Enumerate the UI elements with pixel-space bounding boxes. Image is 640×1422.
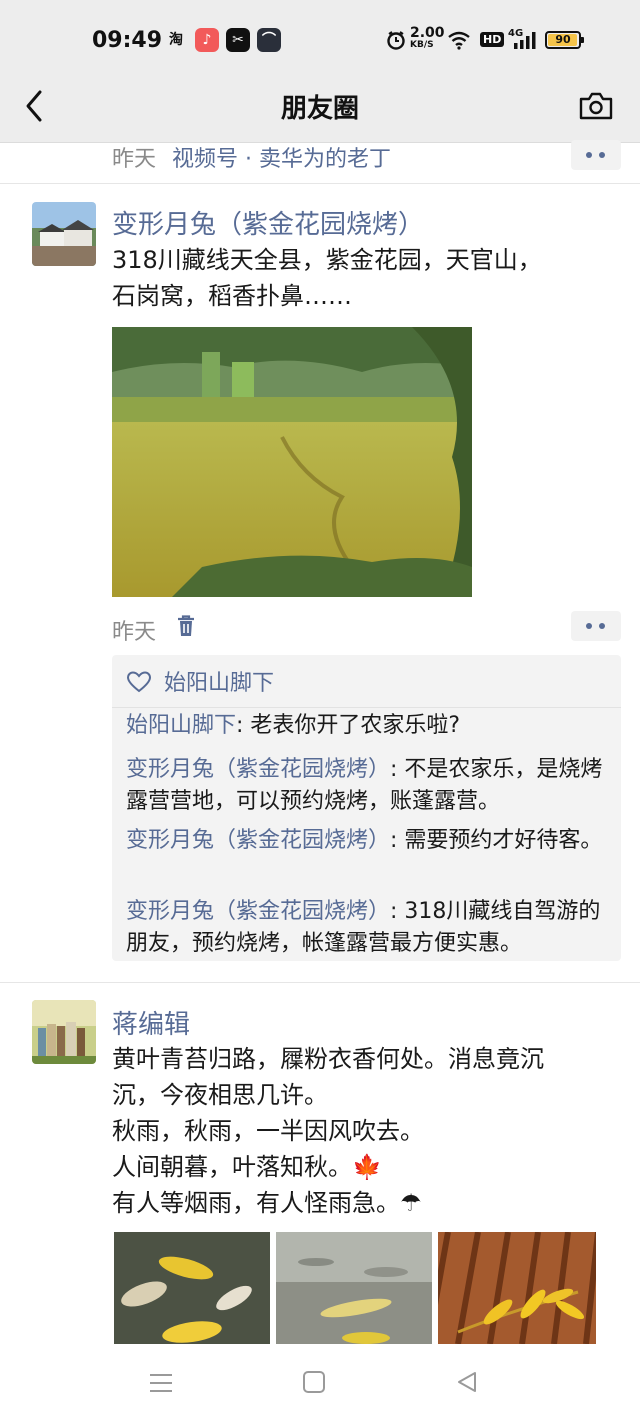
post-time: 昨天 [112, 620, 157, 645]
post-divider [0, 183, 640, 184]
battery-icon: 90 [545, 31, 584, 49]
post-divider [0, 982, 640, 983]
status-bar: 09:49 淘 ♪ ✂ ⌒ 2.00 KB/S HD 4G 90 [0, 0, 640, 72]
network-speed: 2.00 KB/S [410, 25, 445, 50]
more-options-button[interactable] [571, 611, 621, 641]
more-options-button[interactable] [571, 140, 621, 170]
home-icon[interactable] [302, 1370, 326, 1394]
comment-text: 需要预约才好待客。 [404, 828, 603, 853]
likes-row: 始阳山脚下 [126, 665, 274, 697]
taobao-icon: 淘 [169, 32, 183, 48]
camera-icon[interactable] [578, 90, 614, 122]
heart-icon [126, 671, 152, 693]
post-photo[interactable] [112, 327, 472, 597]
hd-badge: HD [480, 32, 505, 47]
like-name[interactable]: 始阳山脚下 [164, 671, 274, 696]
comment[interactable]: 变形月兔（紫金花园烧烤）: 不是农家乐，是烧烤露营营地，可以预约烧烤，账蓬露营。 [126, 754, 606, 818]
comment[interactable]: 变形月兔（紫金花园烧烤）: 318川藏线自驾游的朋友，预约烧烤，帐篷露营最方便实… [126, 896, 606, 960]
post-photo[interactable] [276, 1232, 432, 1344]
wifi-icon [448, 31, 470, 50]
capcut-icon: ✂ [226, 28, 250, 52]
delete-icon[interactable] [175, 614, 197, 638]
post-text: 318川藏线天全县，紫金花园，天官山， 石岗窝，稻香扑鼻…… [112, 246, 542, 310]
likes-divider [112, 707, 621, 708]
post-text: 黄叶青苔归路，屧粉衣香何处。消息竟沉 沉，今夜相思几许。 秋雨，秋雨，一半因风吹… [112, 1045, 544, 1217]
avatar[interactable] [32, 202, 96, 266]
signal-icon [514, 32, 536, 49]
comment-text: 老表你开了农家乐啦? [250, 713, 461, 738]
nav-bar: 朋友圈 [0, 72, 640, 143]
post-source-link[interactable]: 视频号 · 卖华为的老丁 [172, 141, 391, 173]
avatar[interactable] [32, 1000, 96, 1064]
comment[interactable]: 变形月兔（紫金花园烧烤）: 需要预约才好待客。 [126, 825, 606, 857]
status-time: 09:49 [92, 28, 163, 53]
menu-icon[interactable] [148, 1372, 174, 1394]
post-author[interactable]: 变形月兔（紫金花园烧烤） [112, 204, 424, 241]
comment[interactable]: 始阳山脚下: 老表你开了农家乐啦? [126, 710, 606, 742]
comment-author[interactable]: 始阳山脚下 [126, 713, 236, 738]
comment-author[interactable]: 变形月兔（紫金花园烧烤） [126, 899, 390, 924]
system-nav-bar [0, 1344, 640, 1422]
post-author[interactable]: 蒋编辑 [112, 1004, 190, 1041]
music-icon: ♪ [195, 28, 219, 52]
comment-author[interactable]: 变形月兔（紫金花园烧烤） [126, 828, 390, 853]
comment-box: 始阳山脚下 始阳山脚下: 老表你开了农家乐啦? 变形月兔（紫金花园烧烤）: 不是… [112, 655, 621, 961]
alarm-icon [387, 31, 405, 50]
app-icon: ⌒ [257, 28, 281, 52]
post-photo[interactable] [438, 1232, 596, 1344]
comment-author[interactable]: 变形月兔（紫金花园烧烤） [126, 757, 390, 782]
page-title: 朋友圈 [280, 94, 359, 124]
post-photo[interactable] [114, 1232, 270, 1344]
back-icon[interactable] [455, 1370, 479, 1394]
post-time: 昨天 [112, 147, 157, 172]
